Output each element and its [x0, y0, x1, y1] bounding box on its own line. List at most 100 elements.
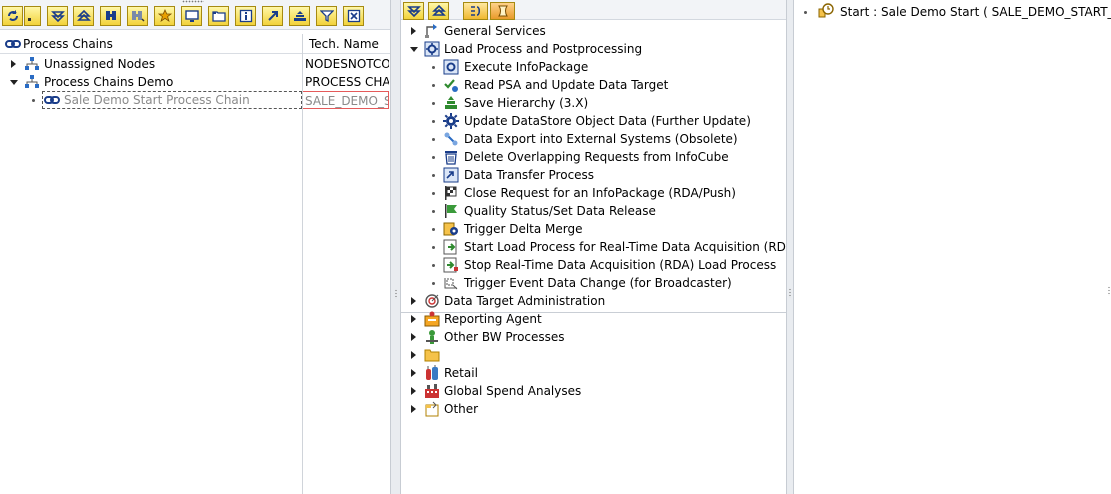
- display-button[interactable]: [181, 6, 202, 26]
- tree-leaf-stop-rda[interactable]: Stop Real-Time Data Acquisition (RDA) Lo…: [401, 256, 786, 274]
- expand-arrow-icon[interactable]: [11, 60, 16, 68]
- target-icon: [425, 294, 439, 308]
- expand-arrow-icon[interactable]: [411, 351, 416, 359]
- tree-node-label: Retail: [444, 366, 478, 380]
- tree-node-label: General Services: [444, 24, 546, 38]
- retail-icon: [426, 365, 438, 380]
- process-chain-icon: [5, 40, 21, 48]
- tree-leaf-quality-status[interactable]: Quality Status/Set Data Release: [401, 202, 786, 220]
- find-next-button[interactable]: [127, 6, 148, 26]
- stack-button[interactable]: [289, 6, 310, 26]
- column-header-tech-name[interactable]: Tech. Name: [303, 34, 390, 54]
- refresh-button[interactable]: [2, 6, 23, 26]
- tree-node-label: Trigger Event Data Change (for Broadcast…: [464, 276, 732, 290]
- tree-node-process-chains-demo[interactable]: Process Chains Demo: [0, 73, 302, 91]
- stack-icon: [293, 11, 306, 21]
- tree-node-label: Load Process and Postprocessing: [444, 42, 643, 56]
- splitter-grip[interactable]: [394, 289, 397, 299]
- tree-bullet-icon: [804, 11, 807, 14]
- collapse-all-button[interactable]: [428, 2, 449, 20]
- tree-node-label: Quality Status/Set Data Release: [464, 204, 656, 218]
- infopackage-icon: [443, 59, 459, 75]
- folder-button[interactable]: [208, 6, 229, 26]
- tree-node-general-services[interactable]: General Services: [401, 22, 786, 40]
- tree-node-label: Update DataStore Object Data (Further Up…: [464, 114, 751, 128]
- tree-bullet-icon: [432, 120, 435, 123]
- info-icon: [239, 9, 252, 23]
- collapse-all-icon: [76, 9, 91, 21]
- tree-leaf-save-hierarchy[interactable]: Save Hierarchy (3.X): [401, 94, 786, 112]
- display-icon: [184, 10, 199, 22]
- column-header-label: Process Chains: [23, 37, 113, 51]
- tree-node-label: Data Transfer Process: [464, 168, 595, 182]
- tree-node-label: Save Hierarchy (3.X): [464, 96, 589, 110]
- column-header-process-chains[interactable]: Process Chains: [0, 34, 302, 54]
- scroll-view-button[interactable]: [490, 2, 515, 20]
- tree-bullet-icon: [432, 156, 435, 159]
- tree-leaf-data-export[interactable]: Data Export into External Systems (Obsol…: [401, 130, 786, 148]
- expand-arrow-icon[interactable]: [411, 333, 416, 341]
- right-splitter[interactable]: [786, 0, 794, 494]
- tree-leaf-update-dso[interactable]: Update DataStore Object Data (Further Up…: [401, 112, 786, 130]
- tree-leaf-start-rda[interactable]: Start Load Process for Real-Time Data Ac…: [401, 238, 786, 256]
- expand-arrow-icon[interactable]: [411, 297, 416, 305]
- tree-leaf-dtp[interactable]: Data Transfer Process: [401, 166, 786, 184]
- hierarchy-icon: [445, 96, 457, 109]
- tree-bullet-icon: [432, 138, 435, 141]
- tree-leaf-delta-merge[interactable]: Trigger Delta Merge: [401, 220, 786, 238]
- close-button[interactable]: [343, 6, 364, 26]
- folder-icon: [211, 11, 226, 22]
- expand-arrow-icon[interactable]: [411, 315, 416, 323]
- tree-node-load-process[interactable]: Load Process and Postprocessing: [401, 40, 786, 58]
- folder-icon: [424, 349, 440, 362]
- tree-node-retail[interactable]: Retail: [401, 364, 786, 382]
- tree-leaf-execute-infopackage[interactable]: Execute InfoPackage: [401, 58, 786, 76]
- tree-leaf-read-psa[interactable]: Read PSA and Update Data Target: [401, 76, 786, 94]
- expand-all-button[interactable]: [47, 6, 68, 26]
- tree-node-data-target-admin[interactable]: Data Target Administration: [401, 292, 786, 310]
- pane-edge-grip[interactable]: [1108, 286, 1110, 296]
- tree-node-sale-demo-start[interactable]: Sale Demo Start Process Chain: [0, 91, 302, 109]
- expand-all-button[interactable]: [403, 2, 424, 20]
- expand-arrow-icon[interactable]: [411, 387, 416, 395]
- tree-leaf-trigger-event[interactable]: Trigger Event Data Change (for Broadcast…: [401, 274, 786, 292]
- tree-node-other-bw[interactable]: Other BW Processes: [401, 328, 786, 346]
- toolbar-grip[interactable]: [182, 0, 204, 3]
- tech-name-value: PROCESS CHAINS DEMO: [305, 75, 389, 89]
- expand-arrow-icon[interactable]: [411, 27, 416, 35]
- filter-button[interactable]: [316, 6, 337, 26]
- tree-node-label: Reporting Agent: [444, 312, 542, 326]
- collapse-all-button[interactable]: [73, 6, 94, 26]
- menu-dropdown-button[interactable]: [24, 6, 41, 26]
- left-splitter[interactable]: [390, 0, 401, 494]
- info-button[interactable]: [235, 6, 256, 26]
- process-types-view-button[interactable]: [463, 2, 488, 20]
- tree-node-label: Trigger Delta Merge: [464, 222, 583, 236]
- tree-node-global-spend[interactable]: Global Spend Analyses: [401, 382, 786, 400]
- reporting-agent-icon: [424, 311, 440, 327]
- tree-leaf-delete-overlapping[interactable]: Delete Overlapping Requests from InfoCub…: [401, 148, 786, 166]
- start-clock-icon: [818, 3, 834, 18]
- find-button[interactable]: [100, 6, 121, 26]
- splitter-grip[interactable]: [789, 288, 791, 298]
- expand-arrow-icon[interactable]: [411, 405, 416, 413]
- tree-node-unassigned[interactable]: Unassigned Nodes: [0, 55, 302, 73]
- collapse-arrow-icon[interactable]: [10, 80, 18, 85]
- tree-node-label: Data Target Administration: [444, 294, 606, 308]
- tree-node-folder[interactable]: [401, 346, 786, 364]
- tree-bullet-icon: [432, 246, 435, 249]
- tree-node-label: Process Chains Demo: [44, 75, 174, 89]
- tree-bullet-icon: [432, 102, 435, 105]
- move-button[interactable]: [262, 6, 283, 26]
- filter-icon: [319, 10, 334, 23]
- psa-icon: [444, 79, 458, 92]
- tree-node-label: Sale Demo Start Process Chain: [64, 93, 250, 107]
- expand-arrow-icon[interactable]: [411, 369, 416, 377]
- collapse-arrow-icon[interactable]: [410, 47, 418, 52]
- tree-node-reporting-agent[interactable]: Reporting Agent: [401, 310, 786, 328]
- tree-leaf-close-request[interactable]: Close Request for an InfoPackage (RDA/Pu…: [401, 184, 786, 202]
- tree-node-label: Global Spend Analyses: [444, 384, 582, 398]
- create-button[interactable]: [154, 6, 175, 26]
- tree-node-other[interactable]: Other: [401, 400, 786, 418]
- process-types-toolbar: [401, 0, 786, 20]
